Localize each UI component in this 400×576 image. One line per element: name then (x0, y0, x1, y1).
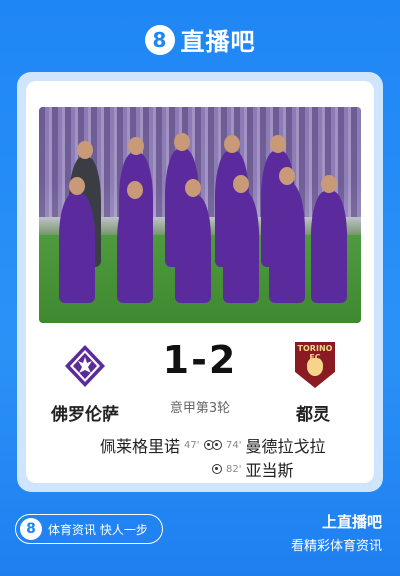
player-head (128, 137, 144, 155)
player-head (185, 179, 201, 197)
player-head (279, 167, 295, 185)
footer-promo: 上直播吧 看精彩体育资讯 (291, 511, 382, 554)
soccer-ball-icon (212, 440, 222, 450)
promo-line-2: 看精彩体育资讯 (290, 539, 382, 554)
player-head (321, 175, 337, 193)
scorer-name: 佩莱格里诺 (100, 437, 181, 456)
team-photo (39, 107, 361, 323)
player-figure (223, 191, 259, 303)
player-head (270, 135, 286, 153)
scorer-name: 曼德拉戈拉 (245, 437, 326, 456)
torino-crest-icon: TORINO FC (293, 342, 337, 388)
match-score: 1-2 (162, 338, 238, 382)
player-head (77, 141, 93, 159)
goal-event-home: 佩莱格里诺 47' (100, 433, 214, 457)
player-figure (59, 193, 95, 303)
player-figure (117, 197, 153, 303)
match-round: 意甲第3轮 (169, 401, 231, 416)
player-figure (311, 191, 347, 303)
goal-minute: 74' (226, 439, 242, 451)
soccer-ball-icon (212, 464, 222, 474)
goal-event-away: 74' 曼德拉戈拉 (212, 433, 326, 457)
away-team-name: 都灵 (296, 405, 330, 425)
slogan-text: 体育资讯 快人一步 (48, 522, 148, 537)
player-head (224, 135, 240, 153)
goal-event-away: 82' 亚当斯 (212, 457, 294, 481)
goal-minute: 47' (184, 439, 200, 451)
slogan-pill[interactable]: 8 体育资讯 快人一步 (15, 514, 163, 544)
goal-minute: 82' (226, 463, 242, 475)
app-header: 8 直播吧 (0, 22, 400, 57)
bull-icon (307, 358, 323, 376)
player-head (69, 177, 85, 195)
promo-line-1: 上直播吧 (321, 513, 382, 531)
home-team-name: 佛罗伦萨 (51, 405, 119, 425)
scorer-name: 亚当斯 (245, 461, 294, 480)
brand-name: 直播吧 (180, 28, 256, 56)
brand-logo-icon: 8 (20, 518, 42, 540)
brand-logo-icon: 8 (144, 24, 175, 55)
fiorentina-crest-icon (63, 343, 107, 389)
player-figure (269, 183, 305, 303)
player-head (127, 181, 143, 199)
player-head (174, 133, 190, 151)
player-head (233, 175, 249, 193)
player-figure (175, 195, 211, 303)
